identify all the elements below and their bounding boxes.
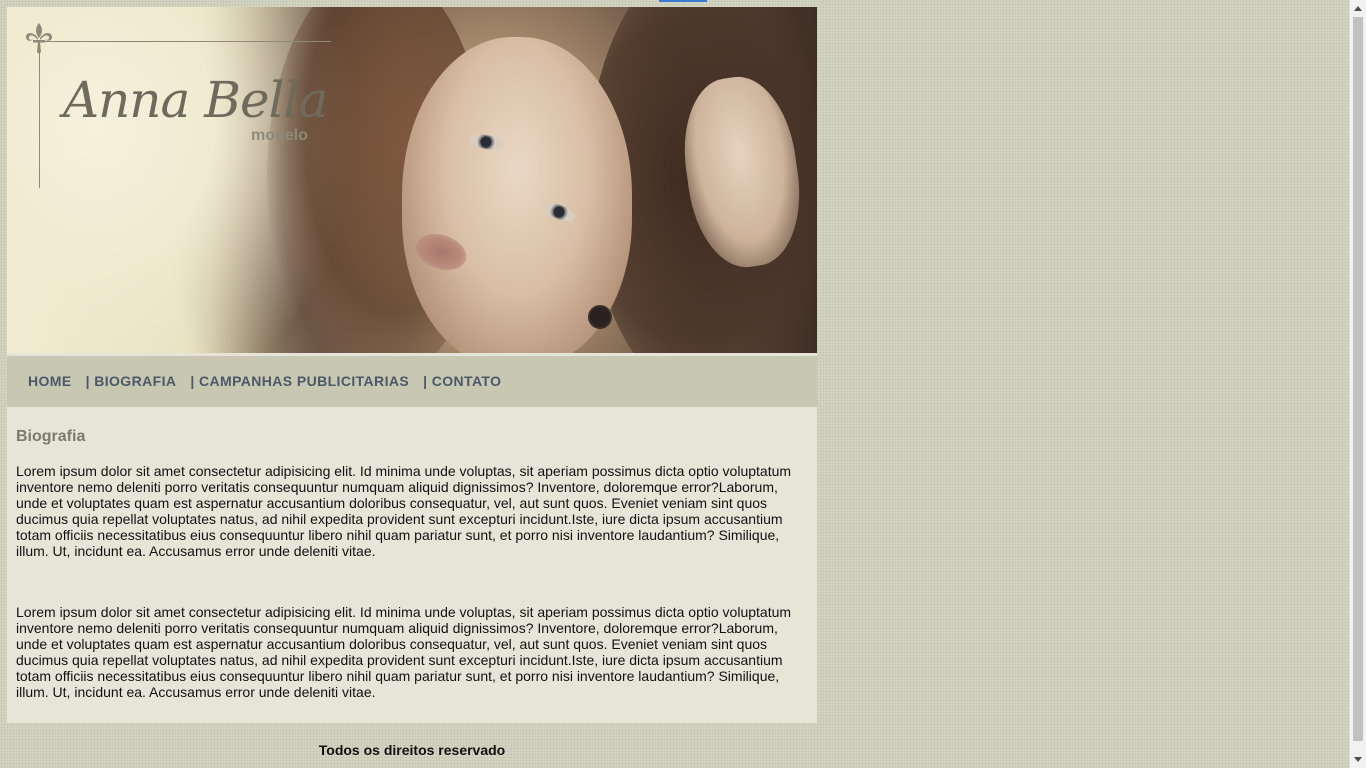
vertical-scrollbar[interactable]: [1349, 0, 1366, 768]
content-section: Biografia Lorem ipsum dolor sit amet con…: [7, 407, 817, 723]
scroll-up-arrow-icon[interactable]: [1350, 0, 1366, 17]
body-paragraph: Lorem ipsum dolor sit amet consectetur a…: [16, 604, 792, 700]
logo-brand-name: Anna Bella: [63, 71, 328, 129]
main-nav: HOME | BIOGRAFIA | CAMPANHAS PUBLICITARI…: [7, 355, 817, 407]
nav-item-home[interactable]: HOME: [28, 373, 72, 389]
nav-item-contato[interactable]: | CONTATO: [423, 373, 501, 389]
browser-top-accent: [659, 0, 707, 2]
banner-photo-earring: [588, 305, 612, 329]
page-container: Anna Bella modelo HOME | BIOGRAFIA | CAM…: [7, 7, 817, 758]
site-logo[interactable]: Anna Bella modelo: [21, 21, 341, 191]
logo-horizontal-rule: [39, 41, 331, 42]
nav-item-biografia[interactable]: | BIOGRAFIA: [86, 373, 177, 389]
footer-copyright: Todos os direitos reservado: [318, 742, 506, 758]
header-banner: Anna Bella modelo: [7, 7, 817, 356]
scroll-down-arrow-icon[interactable]: [1350, 751, 1366, 768]
logo-vertical-rule: [39, 41, 40, 188]
scrollbar-thumb[interactable]: [1353, 17, 1363, 741]
body-paragraph: Lorem ipsum dolor sit amet consectetur a…: [16, 463, 792, 559]
logo-subtitle: modelo: [251, 127, 308, 144]
banner-bottom-border: [7, 353, 817, 356]
section-heading: Biografia: [16, 428, 86, 445]
fleur-de-lis-icon: [26, 23, 52, 54]
nav-item-campanhas-publicitarias[interactable]: | CAMPANHAS PUBLICITARIAS: [190, 373, 409, 389]
